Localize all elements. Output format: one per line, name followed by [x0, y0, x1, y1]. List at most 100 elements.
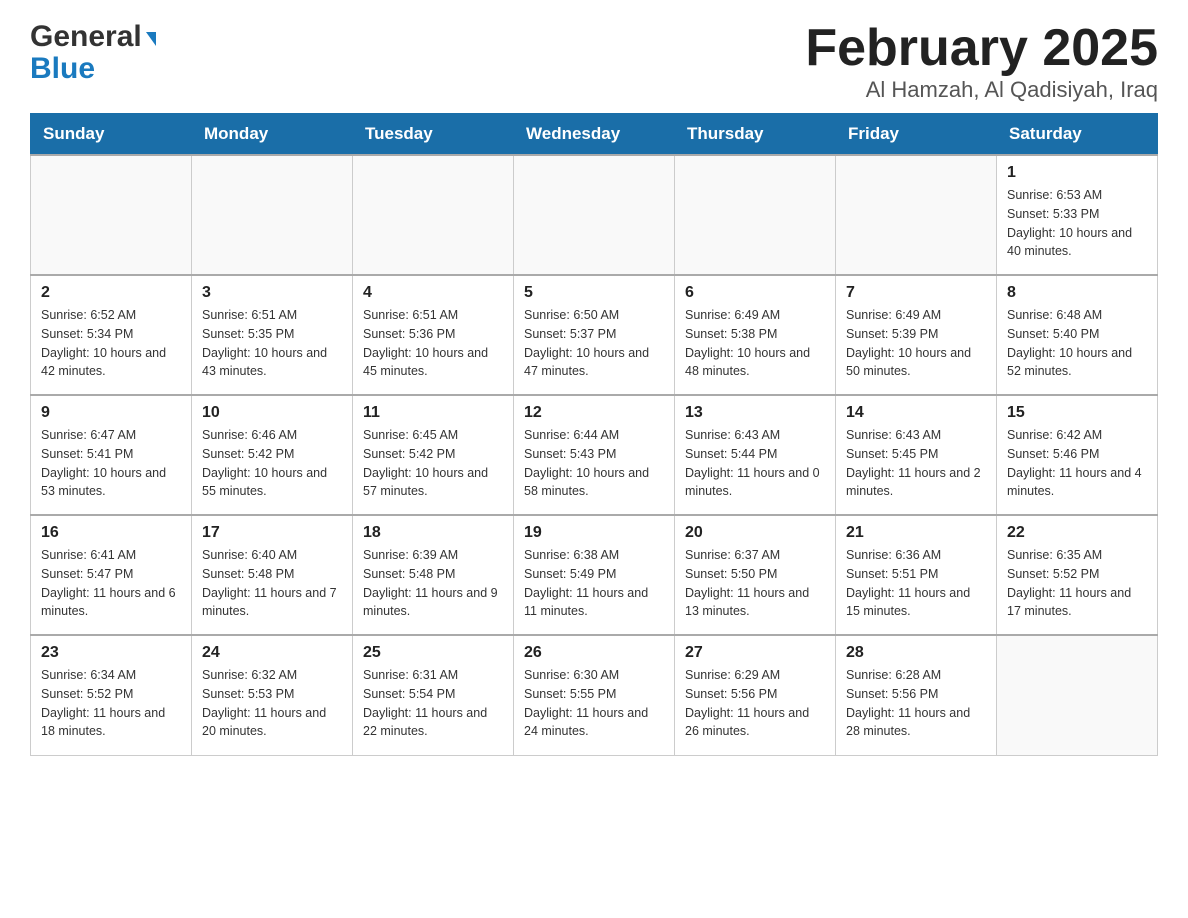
- col-sunday: Sunday: [31, 114, 192, 156]
- day-info: Sunrise: 6:49 AM Sunset: 5:38 PM Dayligh…: [685, 306, 825, 381]
- col-thursday: Thursday: [675, 114, 836, 156]
- logo-blue-text: Blue: [30, 54, 95, 84]
- day-info: Sunrise: 6:28 AM Sunset: 5:56 PM Dayligh…: [846, 666, 986, 741]
- day-number: 4: [363, 284, 503, 302]
- logo: General Blue: [30, 20, 156, 84]
- day-info: Sunrise: 6:37 AM Sunset: 5:50 PM Dayligh…: [685, 546, 825, 621]
- day-info: Sunrise: 6:35 AM Sunset: 5:52 PM Dayligh…: [1007, 546, 1147, 621]
- calendar-cell: 15 Sunrise: 6:42 AM Sunset: 5:46 PM Dayli…: [997, 395, 1158, 515]
- day-number: 19: [524, 524, 664, 542]
- calendar-cell: [514, 155, 675, 275]
- location: Al Hamzah, Al Qadisiyah, Iraq: [805, 77, 1158, 103]
- day-info: Sunrise: 6:29 AM Sunset: 5:56 PM Dayligh…: [685, 666, 825, 741]
- day-number: 17: [202, 524, 342, 542]
- page-header: General Blue February 2025 Al Hamzah, Al…: [30, 20, 1158, 103]
- day-info: Sunrise: 6:43 AM Sunset: 5:44 PM Dayligh…: [685, 426, 825, 501]
- calendar-header-row: Sunday Monday Tuesday Wednesday Thursday…: [31, 114, 1158, 156]
- calendar-cell: 14Sunrise: 6:43 AM Sunset: 5:45 PM Dayli…: [836, 395, 997, 515]
- day-number: 7: [846, 284, 986, 302]
- day-number: 8: [1007, 284, 1147, 302]
- calendar-cell: [192, 155, 353, 275]
- day-number: 25: [363, 644, 503, 662]
- calendar-cell: 2 Sunrise: 6:52 AM Sunset: 5:34 PM Daylig…: [31, 275, 192, 395]
- calendar-cell: [675, 155, 836, 275]
- day-number: 3: [202, 284, 342, 302]
- day-info: Sunrise: 6:41 AM Sunset: 5:47 PM Dayligh…: [41, 546, 181, 621]
- day-info: Sunrise: 6:38 AM Sunset: 5:49 PM Dayligh…: [524, 546, 664, 621]
- day-info: Sunrise: 6:31 AM Sunset: 5:54 PM Dayligh…: [363, 666, 503, 741]
- calendar-cell: 16 Sunrise: 6:41 AM Sunset: 5:47 PM Dayli…: [31, 515, 192, 635]
- calendar-cell: 1 Sunrise: 6:53 AM Sunset: 5:33 PM Daylig…: [997, 155, 1158, 275]
- day-number: 12: [524, 404, 664, 422]
- calendar-cell: 3Sunrise: 6:51 AM Sunset: 5:35 PM Daylig…: [192, 275, 353, 395]
- day-number: 1: [1007, 164, 1147, 182]
- calendar-cell: 11 Sunrise: 6:45 AM Sunset: 5:42 PM Dayli…: [353, 395, 514, 515]
- calendar-cell: 19 Sunrise: 6:38 AM Sunset: 5:49 PM Dayli…: [514, 515, 675, 635]
- day-info: Sunrise: 6:39 AM Sunset: 5:48 PM Dayligh…: [363, 546, 503, 621]
- day-info: Sunrise: 6:50 AM Sunset: 5:37 PM Dayligh…: [524, 306, 664, 381]
- week-row-2: 9 Sunrise: 6:47 AM Sunset: 5:41 PM Daylig…: [31, 395, 1158, 515]
- calendar-cell: 5 Sunrise: 6:50 AM Sunset: 5:37 PM Daylig…: [514, 275, 675, 395]
- month-title: February 2025: [805, 20, 1158, 77]
- calendar-cell: [353, 155, 514, 275]
- calendar-cell: 17Sunrise: 6:40 AM Sunset: 5:48 PM Dayli…: [192, 515, 353, 635]
- day-info: Sunrise: 6:51 AM Sunset: 5:36 PM Dayligh…: [363, 306, 503, 381]
- day-number: 15: [1007, 404, 1147, 422]
- week-row-0: 1 Sunrise: 6:53 AM Sunset: 5:33 PM Daylig…: [31, 155, 1158, 275]
- day-number: 16: [41, 524, 181, 542]
- week-row-1: 2 Sunrise: 6:52 AM Sunset: 5:34 PM Daylig…: [31, 275, 1158, 395]
- calendar-cell: 9 Sunrise: 6:47 AM Sunset: 5:41 PM Daylig…: [31, 395, 192, 515]
- calendar-cell: 7 Sunrise: 6:49 AM Sunset: 5:39 PM Daylig…: [836, 275, 997, 395]
- calendar-cell: 28 Sunrise: 6:28 AM Sunset: 5:56 PM Dayli…: [836, 635, 997, 755]
- day-info: Sunrise: 6:32 AM Sunset: 5:53 PM Dayligh…: [202, 666, 342, 741]
- calendar-table: Sunday Monday Tuesday Wednesday Thursday…: [30, 113, 1158, 756]
- calendar-cell: 8 Sunrise: 6:48 AM Sunset: 5:40 PM Daylig…: [997, 275, 1158, 395]
- calendar-cell: 20Sunrise: 6:37 AM Sunset: 5:50 PM Dayli…: [675, 515, 836, 635]
- calendar-cell: 12 Sunrise: 6:44 AM Sunset: 5:43 PM Dayli…: [514, 395, 675, 515]
- day-info: Sunrise: 6:43 AM Sunset: 5:45 PM Dayligh…: [846, 426, 986, 501]
- day-number: 6: [685, 284, 825, 302]
- day-info: Sunrise: 6:34 AM Sunset: 5:52 PM Dayligh…: [41, 666, 181, 741]
- day-number: 5: [524, 284, 664, 302]
- day-number: 9: [41, 404, 181, 422]
- day-number: 26: [524, 644, 664, 662]
- day-info: Sunrise: 6:48 AM Sunset: 5:40 PM Dayligh…: [1007, 306, 1147, 381]
- day-info: Sunrise: 6:49 AM Sunset: 5:39 PM Dayligh…: [846, 306, 986, 381]
- calendar-cell: 6 Sunrise: 6:49 AM Sunset: 5:38 PM Daylig…: [675, 275, 836, 395]
- day-number: 27: [685, 644, 825, 662]
- day-info: Sunrise: 6:44 AM Sunset: 5:43 PM Dayligh…: [524, 426, 664, 501]
- calendar-cell: 27 Sunrise: 6:29 AM Sunset: 5:56 PM Dayli…: [675, 635, 836, 755]
- calendar-cell: 18Sunrise: 6:39 AM Sunset: 5:48 PM Dayli…: [353, 515, 514, 635]
- col-monday: Monday: [192, 114, 353, 156]
- day-number: 28: [846, 644, 986, 662]
- col-saturday: Saturday: [997, 114, 1158, 156]
- calendar-cell: 24Sunrise: 6:32 AM Sunset: 5:53 PM Dayli…: [192, 635, 353, 755]
- day-number: 11: [363, 404, 503, 422]
- day-number: 2: [41, 284, 181, 302]
- day-info: Sunrise: 6:52 AM Sunset: 5:34 PM Dayligh…: [41, 306, 181, 381]
- day-info: Sunrise: 6:45 AM Sunset: 5:42 PM Dayligh…: [363, 426, 503, 501]
- day-number: 13: [685, 404, 825, 422]
- day-info: Sunrise: 6:53 AM Sunset: 5:33 PM Dayligh…: [1007, 186, 1147, 261]
- day-info: Sunrise: 6:47 AM Sunset: 5:41 PM Dayligh…: [41, 426, 181, 501]
- day-info: Sunrise: 6:30 AM Sunset: 5:55 PM Dayligh…: [524, 666, 664, 741]
- calendar-cell: 26 Sunrise: 6:30 AM Sunset: 5:55 PM Dayli…: [514, 635, 675, 755]
- calendar-cell: 25 Sunrise: 6:31 AM Sunset: 5:54 PM Dayli…: [353, 635, 514, 755]
- calendar-cell: [31, 155, 192, 275]
- col-tuesday: Tuesday: [353, 114, 514, 156]
- calendar-cell: 22 Sunrise: 6:35 AM Sunset: 5:52 PM Dayli…: [997, 515, 1158, 635]
- day-number: 10: [202, 404, 342, 422]
- day-number: 22: [1007, 524, 1147, 542]
- logo-arrow-icon: [146, 32, 156, 46]
- title-area: February 2025 Al Hamzah, Al Qadisiyah, I…: [805, 20, 1158, 103]
- week-row-3: 16 Sunrise: 6:41 AM Sunset: 5:47 PM Dayli…: [31, 515, 1158, 635]
- week-row-4: 23Sunrise: 6:34 AM Sunset: 5:52 PM Dayli…: [31, 635, 1158, 755]
- day-info: Sunrise: 6:46 AM Sunset: 5:42 PM Dayligh…: [202, 426, 342, 501]
- calendar-cell: 10 Sunrise: 6:46 AM Sunset: 5:42 PM Dayli…: [192, 395, 353, 515]
- day-number: 21: [846, 524, 986, 542]
- day-info: Sunrise: 6:42 AM Sunset: 5:46 PM Dayligh…: [1007, 426, 1147, 501]
- col-wednesday: Wednesday: [514, 114, 675, 156]
- calendar-cell: 4 Sunrise: 6:51 AM Sunset: 5:36 PM Daylig…: [353, 275, 514, 395]
- col-friday: Friday: [836, 114, 997, 156]
- calendar-cell: 23Sunrise: 6:34 AM Sunset: 5:52 PM Dayli…: [31, 635, 192, 755]
